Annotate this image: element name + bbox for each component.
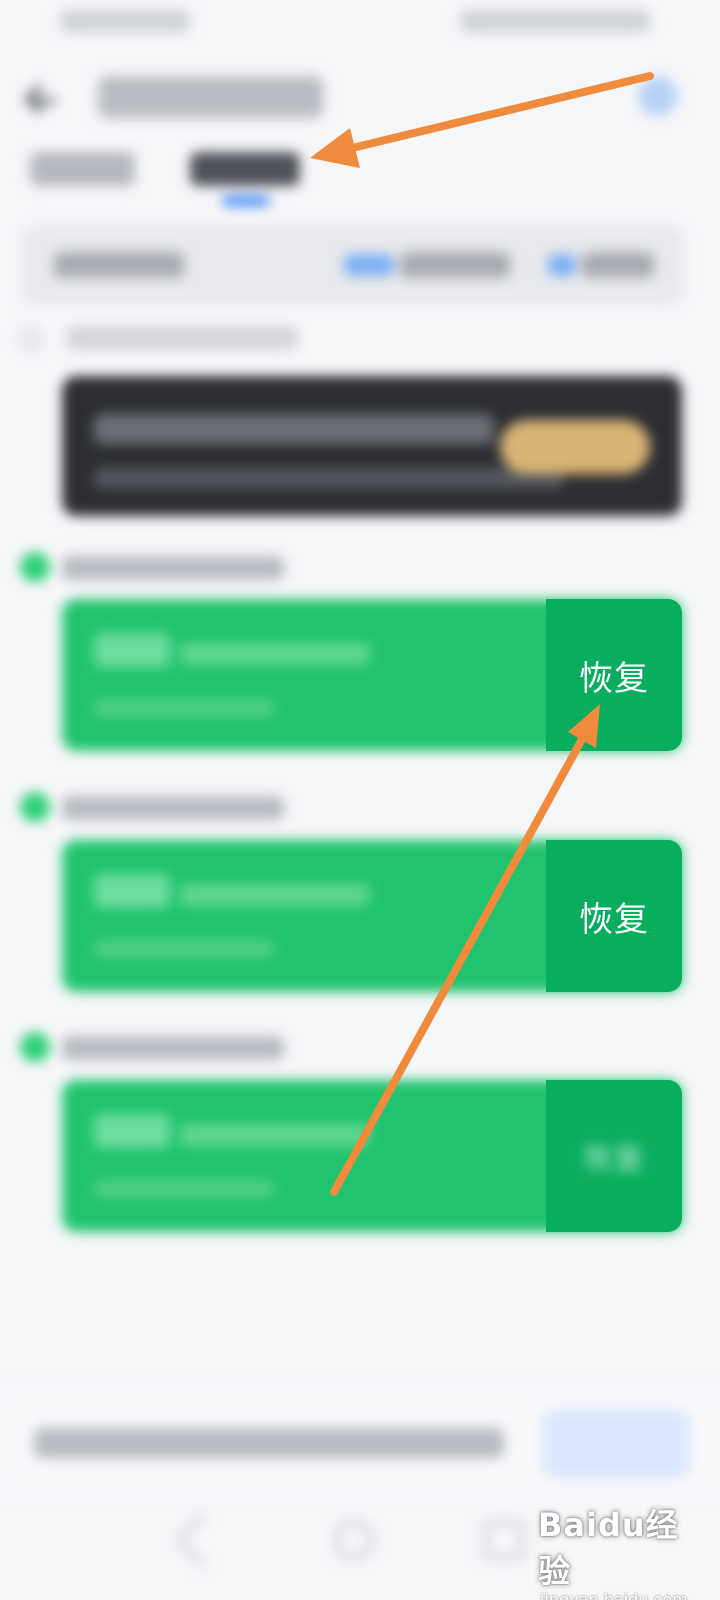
info-icon bbox=[20, 328, 42, 350]
bottom-promo-bar bbox=[0, 1388, 720, 1498]
timeline-dot bbox=[20, 1032, 50, 1062]
watermark-main: Baidu经验 bbox=[538, 1506, 679, 1590]
bottom-promo-button[interactable] bbox=[542, 1410, 690, 1478]
timeline-label bbox=[62, 556, 284, 580]
restore-button[interactable]: 恢复 bbox=[546, 599, 682, 751]
arrow-to-tab bbox=[340, 72, 654, 154]
page-title bbox=[98, 76, 323, 118]
screen: 恢复 恢复 恢复 Baidu经验 jingyan.baidu.com bbox=[0, 0, 720, 1600]
status-time bbox=[60, 10, 190, 32]
backup-contact-count bbox=[94, 874, 170, 908]
backup-meta bbox=[180, 884, 370, 906]
backup-meta bbox=[180, 1124, 370, 1146]
backup-device bbox=[94, 699, 274, 717]
status-icons bbox=[460, 10, 650, 32]
restore-label: 恢复 bbox=[579, 658, 649, 699]
summary-label bbox=[54, 252, 184, 278]
restore-label: 恢复 bbox=[579, 899, 649, 940]
bottom-promo-text bbox=[34, 1428, 504, 1458]
nav-recent-icon[interactable] bbox=[484, 1520, 524, 1560]
backup-contact-count bbox=[94, 1114, 170, 1148]
arrow-head-tab bbox=[310, 128, 360, 168]
vip-banner[interactable] bbox=[62, 376, 682, 516]
status-bar bbox=[0, 0, 720, 56]
help-icon[interactable] bbox=[638, 76, 678, 116]
tab-second-active[interactable] bbox=[190, 152, 300, 186]
backup-contact-count bbox=[94, 633, 170, 667]
timeline-label bbox=[62, 796, 284, 820]
restore-button[interactable]: 恢复 bbox=[546, 1080, 682, 1232]
tab-first[interactable] bbox=[30, 152, 135, 186]
tab-indicator bbox=[222, 196, 270, 206]
vip-banner-subtitle bbox=[94, 468, 564, 488]
vip-upgrade-button[interactable] bbox=[500, 420, 650, 474]
watermark-url: jingyan.baidu.com bbox=[540, 1590, 688, 1600]
backup-device bbox=[94, 1180, 274, 1198]
summary-groups-label bbox=[582, 252, 654, 278]
nav-back-icon[interactable] bbox=[174, 1511, 232, 1569]
summary-bar bbox=[22, 226, 684, 304]
baidu-watermark: Baidu经验 jingyan.baidu.com bbox=[538, 1500, 708, 1600]
summary-groups-count bbox=[548, 254, 576, 276]
summary-contacts-label bbox=[400, 252, 510, 278]
backup-device bbox=[94, 940, 274, 958]
backup-meta bbox=[180, 643, 370, 665]
summary-contacts-count bbox=[344, 254, 394, 276]
restore-label: 恢复 bbox=[583, 1142, 645, 1177]
nav-home-icon[interactable] bbox=[334, 1520, 374, 1560]
vip-banner-title bbox=[94, 414, 494, 444]
hint-text bbox=[66, 326, 298, 350]
timeline-label bbox=[62, 1036, 284, 1060]
restore-button[interactable]: 恢复 bbox=[546, 840, 682, 992]
timeline-dot bbox=[20, 792, 50, 822]
timeline-dot bbox=[20, 552, 50, 582]
back-arrow-icon[interactable] bbox=[22, 80, 62, 120]
